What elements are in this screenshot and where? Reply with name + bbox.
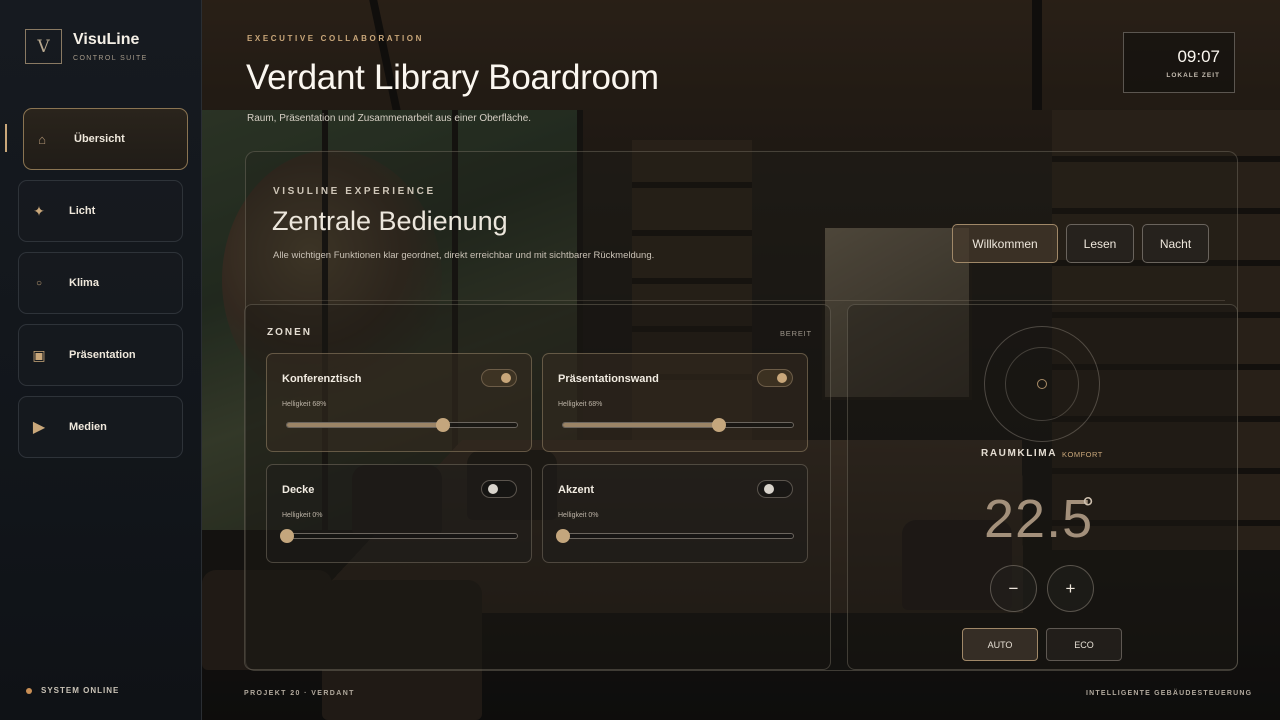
divider: [260, 300, 1225, 301]
sidebar-item-label: Übersicht: [74, 133, 125, 145]
zone-card-decke: Decke Helligkeit 0%: [266, 464, 532, 563]
system-status: SYSTEM ONLINE: [26, 686, 119, 695]
climate-title: RAUMKLIMA: [981, 448, 1058, 459]
zones-title: ZONEN: [267, 327, 312, 338]
temperature-unit: °: [1082, 492, 1094, 525]
clock-label: LOKALE ZEIT: [1166, 72, 1220, 79]
zone-name: Decke: [282, 484, 315, 496]
temperature-decrease-button[interactable]: −: [990, 565, 1037, 612]
brightness-slider[interactable]: [562, 418, 794, 432]
sidebar-item-label: Medien: [69, 421, 107, 433]
page-title: Verdant Library Boardroom: [246, 58, 659, 97]
page-subtitle: Raum, Präsentation und Zusammenarbeit au…: [247, 113, 532, 124]
temperature-increase-button[interactable]: +: [1047, 565, 1094, 612]
zone-toggle[interactable]: [481, 369, 517, 387]
brightness-slider[interactable]: [556, 529, 794, 543]
slider-thumb[interactable]: [556, 529, 570, 543]
zone-toggle[interactable]: [757, 369, 793, 387]
mode-button-eco[interactable]: ECO: [1046, 628, 1122, 661]
climate-mode-label: KOMFORT: [1062, 450, 1103, 459]
brightness-slider[interactable]: [280, 529, 518, 543]
logo-mark: V: [25, 29, 62, 64]
toggle-knob: [488, 484, 498, 494]
slider-thumb[interactable]: [712, 418, 727, 432]
scene-button-willkommen[interactable]: Willkommen: [952, 224, 1058, 263]
clock-time: 09:07: [1177, 47, 1220, 66]
climate-dial-center-icon: [1037, 379, 1047, 389]
zone-name: Akzent: [558, 484, 595, 496]
footer-project: PROJEKT 20 · VERDANT: [244, 690, 355, 697]
clock: 09:07 LOKALE ZEIT: [1123, 32, 1235, 93]
active-nav-indicator: [5, 124, 7, 152]
toggle-knob: [764, 484, 774, 494]
zone-name: Konferenztisch: [282, 373, 362, 385]
slider-thumb[interactable]: [280, 529, 294, 543]
toggle-knob: [777, 373, 787, 383]
sidebar-item-medien[interactable]: ▶ Medien: [18, 396, 183, 458]
circle-icon: ○: [35, 277, 43, 289]
brightness-slider[interactable]: [286, 418, 518, 432]
slider-thumb[interactable]: [436, 418, 451, 432]
scene-button-lesen[interactable]: Lesen: [1066, 224, 1134, 263]
sidebar-item-label: Licht: [69, 205, 96, 217]
header-eyebrow: EXECUTIVE COLLABORATION: [247, 34, 424, 43]
toggle-knob: [501, 373, 511, 383]
experience-eyebrow: VISULINE EXPERIENCE: [273, 186, 436, 197]
zone-brightness-label: Helligkeit 0%: [558, 512, 599, 519]
brand-subtitle: CONTROL SUITE: [73, 55, 148, 62]
zone-card-akzent: Akzent Helligkeit 0%: [542, 464, 808, 563]
temperature-value: 22.5: [984, 489, 1094, 549]
sidebar-item-licht[interactable]: ✦ Licht: [18, 180, 183, 242]
sidebar-item-praesentation[interactable]: ▣ Präsentation: [18, 324, 183, 386]
zone-toggle[interactable]: [757, 480, 793, 498]
footer-tagline: INTELLIGENTE GEBÄUDESTEUERUNG: [1086, 690, 1253, 697]
screen-icon: ▣: [32, 346, 46, 363]
sidebar-item-klima[interactable]: ○ Klima: [18, 252, 183, 314]
sidebar-item-label: Präsentation: [69, 349, 136, 361]
play-icon: ▶: [32, 419, 46, 436]
zone-brightness-label: Helligkeit 68%: [558, 401, 603, 408]
zone-name: Präsentationswand: [558, 373, 659, 385]
status-dot-icon: [26, 687, 32, 694]
zone-toggle[interactable]: [481, 480, 517, 498]
sparkle-icon: ✦: [33, 202, 45, 219]
scene-button-nacht[interactable]: Nacht: [1142, 224, 1209, 263]
sidebar: V VisuLine CONTROL SUITE ⌂ Übersicht ✦ L…: [0, 0, 202, 720]
mode-button-auto[interactable]: AUTO: [962, 628, 1038, 661]
sidebar-item-label: Klima: [69, 277, 99, 289]
home-icon: ⌂: [38, 131, 46, 147]
zone-brightness-label: Helligkeit 0%: [282, 512, 323, 519]
status-text: SYSTEM ONLINE: [41, 686, 120, 695]
experience-title: Zentrale Bedienung: [272, 206, 508, 236]
zone-card-praesentationswand: Präsentationswand Helligkeit 68%: [542, 353, 808, 452]
zone-brightness-label: Helligkeit 68%: [282, 401, 327, 408]
sidebar-item-uebersicht[interactable]: ⌂ Übersicht: [23, 108, 188, 170]
brand-name: VisuLine: [73, 31, 140, 48]
experience-description: Alle wichtigen Funktionen klar geordnet,…: [273, 250, 655, 261]
zones-status: BEREIT: [780, 329, 812, 338]
zone-card-konferenztisch: Konferenztisch Helligkeit 68%: [266, 353, 532, 452]
slider-fill: [287, 423, 444, 427]
slider-fill: [563, 423, 720, 427]
